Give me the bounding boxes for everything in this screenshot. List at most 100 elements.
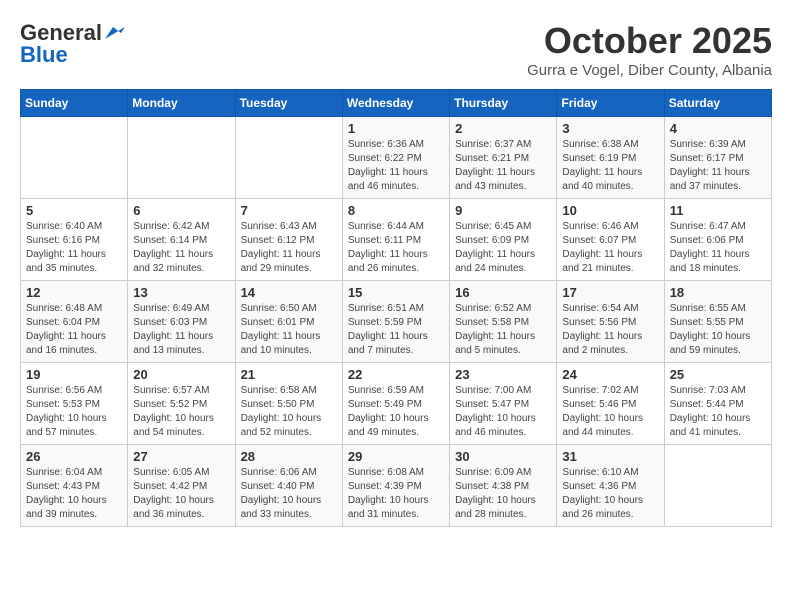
day-info: Sunrise: 6:06 AM Sunset: 4:40 PM Dayligh… [241,466,337,522]
calendar-cell: 18 Sunrise: 6:55 AM Sunset: 5:55 PM Dayli… [664,281,771,363]
calendar-cell: 1Sunrise: 6:36 AM Sunset: 6:22 PM Daylig… [342,117,449,199]
day-number: 17 [562,285,658,300]
day-info: Sunrise: 6:05 AM Sunset: 4:42 PM Dayligh… [133,466,229,522]
calendar-cell: 16 Sunrise: 6:52 AM Sunset: 5:58 PM Dayli… [450,281,557,363]
calendar-cell: 5Sunrise: 6:40 AM Sunset: 6:16 PM Daylig… [21,199,128,281]
day-info: Sunrise: 7:00 AM Sunset: 5:47 PM Dayligh… [455,384,551,440]
day-info: Sunrise: 6:51 AM Sunset: 5:59 PM Dayligh… [348,302,444,358]
day-info: Sunrise: 7:03 AM Sunset: 5:44 PM Dayligh… [670,384,766,440]
day-number: 23 [455,367,551,382]
calendar-table: SundayMondayTuesdayWednesdayThursdayFrid… [20,89,772,527]
day-number: 6 [133,203,229,218]
day-info: Sunrise: 6:49 AM Sunset: 6:03 PM Dayligh… [133,302,229,358]
day-info: Sunrise: 6:57 AM Sunset: 5:52 PM Dayligh… [133,384,229,440]
calendar-cell: 28 Sunrise: 6:06 AM Sunset: 4:40 PM Dayli… [235,445,342,527]
day-number: 15 [348,285,444,300]
day-header-sunday: Sunday [21,90,128,117]
day-info: Sunrise: 6:52 AM Sunset: 5:58 PM Dayligh… [455,302,551,358]
day-header-saturday: Saturday [664,90,771,117]
day-info: Sunrise: 6:09 AM Sunset: 4:38 PM Dayligh… [455,466,551,522]
calendar-header-row: SundayMondayTuesdayWednesdayThursdayFrid… [21,90,772,117]
calendar-cell: 21 Sunrise: 6:58 AM Sunset: 5:50 PM Dayli… [235,363,342,445]
day-header-wednesday: Wednesday [342,90,449,117]
title-block: October 2025 Gurra e Vogel, Diber County… [527,20,772,79]
day-info: Sunrise: 6:50 AM Sunset: 6:01 PM Dayligh… [241,302,337,358]
calendar-cell: 13Sunrise: 6:49 AM Sunset: 6:03 PM Dayli… [128,281,235,363]
calendar-week-row: 5Sunrise: 6:40 AM Sunset: 6:16 PM Daylig… [21,199,772,281]
day-info: Sunrise: 6:37 AM Sunset: 6:21 PM Dayligh… [455,138,551,194]
calendar-cell: 25 Sunrise: 7:03 AM Sunset: 5:44 PM Dayli… [664,363,771,445]
calendar-cell: 15 Sunrise: 6:51 AM Sunset: 5:59 PM Dayli… [342,281,449,363]
day-info: Sunrise: 6:58 AM Sunset: 5:50 PM Dayligh… [241,384,337,440]
calendar-cell: 23 Sunrise: 7:00 AM Sunset: 5:47 PM Dayli… [450,363,557,445]
calendar-cell: 8 Sunrise: 6:44 AM Sunset: 6:11 PM Daylig… [342,199,449,281]
day-number: 21 [241,367,337,382]
location-subtitle: Gurra e Vogel, Diber County, Albania [527,62,772,79]
month-title: October 2025 [527,20,772,62]
calendar-cell: 27Sunrise: 6:05 AM Sunset: 4:42 PM Dayli… [128,445,235,527]
day-number: 28 [241,449,337,464]
calendar-cell: 3 Sunrise: 6:38 AM Sunset: 6:19 PM Daylig… [557,117,664,199]
day-number: 7 [241,203,337,218]
day-info: Sunrise: 6:04 AM Sunset: 4:43 PM Dayligh… [26,466,122,522]
day-info: Sunrise: 6:38 AM Sunset: 6:19 PM Dayligh… [562,138,658,194]
calendar-cell: 4 Sunrise: 6:39 AM Sunset: 6:17 PM Daylig… [664,117,771,199]
calendar-cell: 26 Sunrise: 6:04 AM Sunset: 4:43 PM Dayli… [21,445,128,527]
day-info: Sunrise: 6:48 AM Sunset: 6:04 PM Dayligh… [26,302,122,358]
day-info: Sunrise: 7:02 AM Sunset: 5:46 PM Dayligh… [562,384,658,440]
day-number: 29 [348,449,444,464]
calendar-cell: 9 Sunrise: 6:45 AM Sunset: 6:09 PM Daylig… [450,199,557,281]
logo-blue: Blue [20,42,68,68]
day-number: 25 [670,367,766,382]
day-number: 8 [348,203,444,218]
day-number: 3 [562,121,658,136]
day-number: 16 [455,285,551,300]
day-info: Sunrise: 6:44 AM Sunset: 6:11 PM Dayligh… [348,220,444,276]
calendar-week-row: 19Sunrise: 6:56 AM Sunset: 5:53 PM Dayli… [21,363,772,445]
calendar-cell: 14 Sunrise: 6:50 AM Sunset: 6:01 PM Dayli… [235,281,342,363]
calendar-cell: 22 Sunrise: 6:59 AM Sunset: 5:49 PM Dayli… [342,363,449,445]
day-info: Sunrise: 6:54 AM Sunset: 5:56 PM Dayligh… [562,302,658,358]
calendar-cell: 12 Sunrise: 6:48 AM Sunset: 6:04 PM Dayli… [21,281,128,363]
day-number: 20 [133,367,229,382]
calendar-week-row: 26 Sunrise: 6:04 AM Sunset: 4:43 PM Dayli… [21,445,772,527]
day-info: Sunrise: 6:08 AM Sunset: 4:39 PM Dayligh… [348,466,444,522]
day-header-tuesday: Tuesday [235,90,342,117]
day-number: 22 [348,367,444,382]
day-number: 24 [562,367,658,382]
calendar-week-row: 1Sunrise: 6:36 AM Sunset: 6:22 PM Daylig… [21,117,772,199]
calendar-cell: 29 Sunrise: 6:08 AM Sunset: 4:39 PM Dayli… [342,445,449,527]
day-info: Sunrise: 6:47 AM Sunset: 6:06 PM Dayligh… [670,220,766,276]
calendar-cell: 17 Sunrise: 6:54 AM Sunset: 5:56 PM Dayli… [557,281,664,363]
calendar-cell [235,117,342,199]
day-info: Sunrise: 6:10 AM Sunset: 4:36 PM Dayligh… [562,466,658,522]
calendar-cell: 10 Sunrise: 6:46 AM Sunset: 6:07 PM Dayli… [557,199,664,281]
logo-icon [103,25,125,41]
day-number: 26 [26,449,122,464]
day-info: Sunrise: 6:39 AM Sunset: 6:17 PM Dayligh… [670,138,766,194]
day-header-monday: Monday [128,90,235,117]
day-number: 12 [26,285,122,300]
day-number: 4 [670,121,766,136]
day-number: 10 [562,203,658,218]
day-number: 14 [241,285,337,300]
calendar-cell: 11 Sunrise: 6:47 AM Sunset: 6:06 PM Dayli… [664,199,771,281]
logo: General Blue [20,20,125,68]
day-info: Sunrise: 6:42 AM Sunset: 6:14 PM Dayligh… [133,220,229,276]
day-info: Sunrise: 6:55 AM Sunset: 5:55 PM Dayligh… [670,302,766,358]
calendar-cell: 2Sunrise: 6:37 AM Sunset: 6:21 PM Daylig… [450,117,557,199]
day-number: 18 [670,285,766,300]
day-number: 31 [562,449,658,464]
day-number: 11 [670,203,766,218]
day-info: Sunrise: 6:59 AM Sunset: 5:49 PM Dayligh… [348,384,444,440]
day-number: 5 [26,203,122,218]
day-info: Sunrise: 6:45 AM Sunset: 6:09 PM Dayligh… [455,220,551,276]
day-number: 1 [348,121,444,136]
day-header-friday: Friday [557,90,664,117]
calendar-cell: 30 Sunrise: 6:09 AM Sunset: 4:38 PM Dayli… [450,445,557,527]
day-number: 30 [455,449,551,464]
day-info: Sunrise: 6:56 AM Sunset: 5:53 PM Dayligh… [26,384,122,440]
calendar-cell: 19Sunrise: 6:56 AM Sunset: 5:53 PM Dayli… [21,363,128,445]
day-number: 9 [455,203,551,218]
day-info: Sunrise: 6:46 AM Sunset: 6:07 PM Dayligh… [562,220,658,276]
